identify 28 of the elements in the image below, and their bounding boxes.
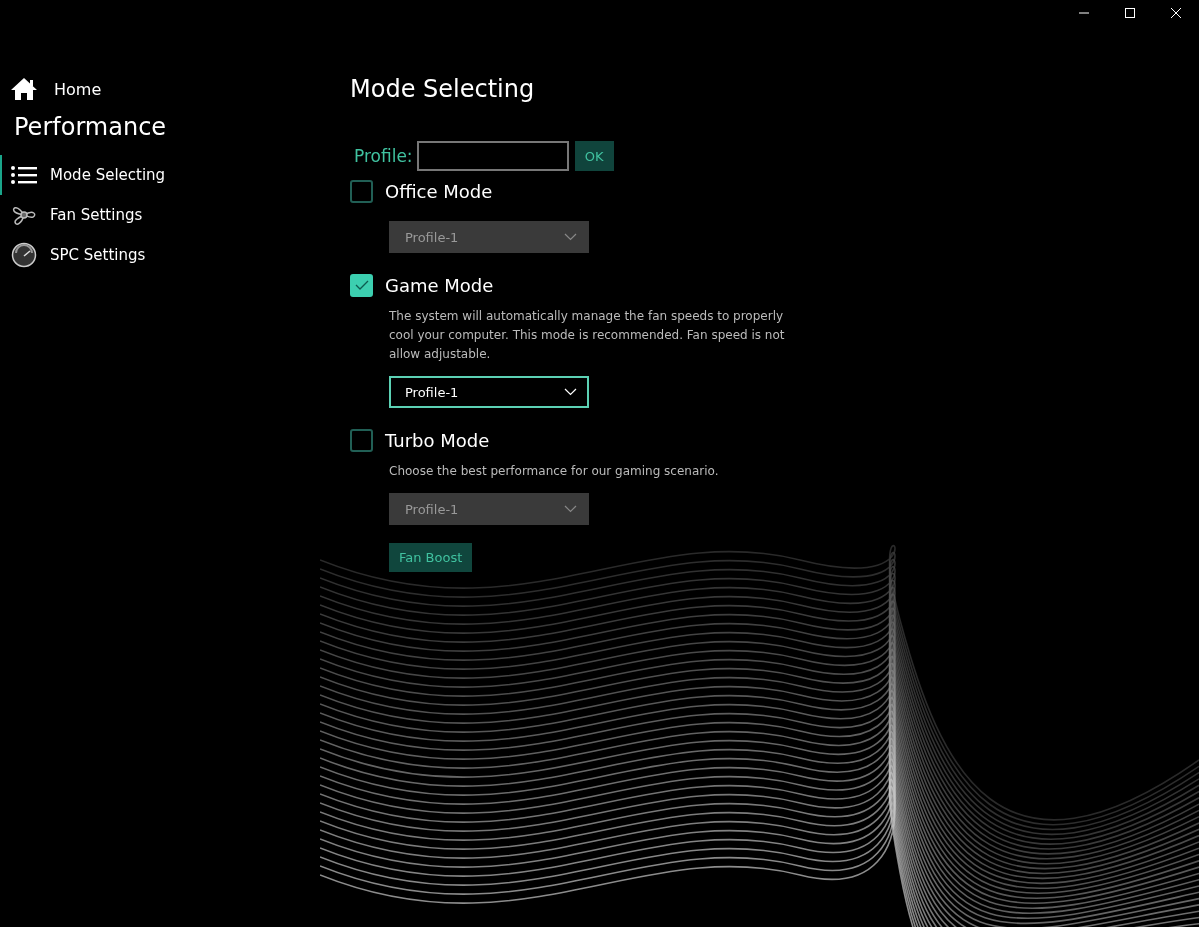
mode-checkbox[interactable] — [350, 428, 373, 452]
fan-boost-button[interactable]: Fan Boost — [389, 543, 473, 572]
chevron-down-icon — [564, 233, 577, 241]
chevron-down-icon — [564, 505, 577, 513]
check-icon — [354, 280, 369, 290]
section-heading: Performance — [14, 113, 167, 141]
sidebar-item[interactable]: SPC Settings — [0, 235, 146, 275]
close-icon — [1170, 7, 1182, 19]
home-icon — [10, 77, 38, 101]
gauge-icon — [10, 242, 38, 268]
mode-description: The system will automatically manage the fan speeds to properly cool your computer. This mode is recommended. Fan speed is not allow adjustable. — [389, 308, 786, 363]
mode-label: Game Mode — [385, 274, 494, 296]
chevron-down-icon — [564, 388, 577, 396]
mode-checkbox[interactable] — [350, 179, 373, 203]
page-title: Mode Selecting — [350, 75, 535, 103]
sidebar-item[interactable]: Mode Selecting — [0, 155, 166, 195]
profile-dropdown[interactable]: Profile-1 — [389, 376, 589, 408]
list-icon — [10, 165, 38, 185]
ok-button[interactable]: OK — [574, 141, 614, 171]
profile-label: Profile: — [354, 146, 413, 166]
mode-description: Choose the best performance for our gaming scenario. — [389, 463, 720, 480]
mode-label: Turbo Mode — [385, 429, 490, 451]
mode-label: Office Mode — [385, 180, 493, 202]
maximize-icon — [1124, 7, 1136, 19]
home-nav-item[interactable]: Home — [0, 75, 102, 103]
sidebar-item[interactable]: Fan Settings — [0, 195, 143, 235]
profile-name-field[interactable] — [416, 141, 569, 171]
mode-checkbox[interactable] — [350, 273, 373, 297]
